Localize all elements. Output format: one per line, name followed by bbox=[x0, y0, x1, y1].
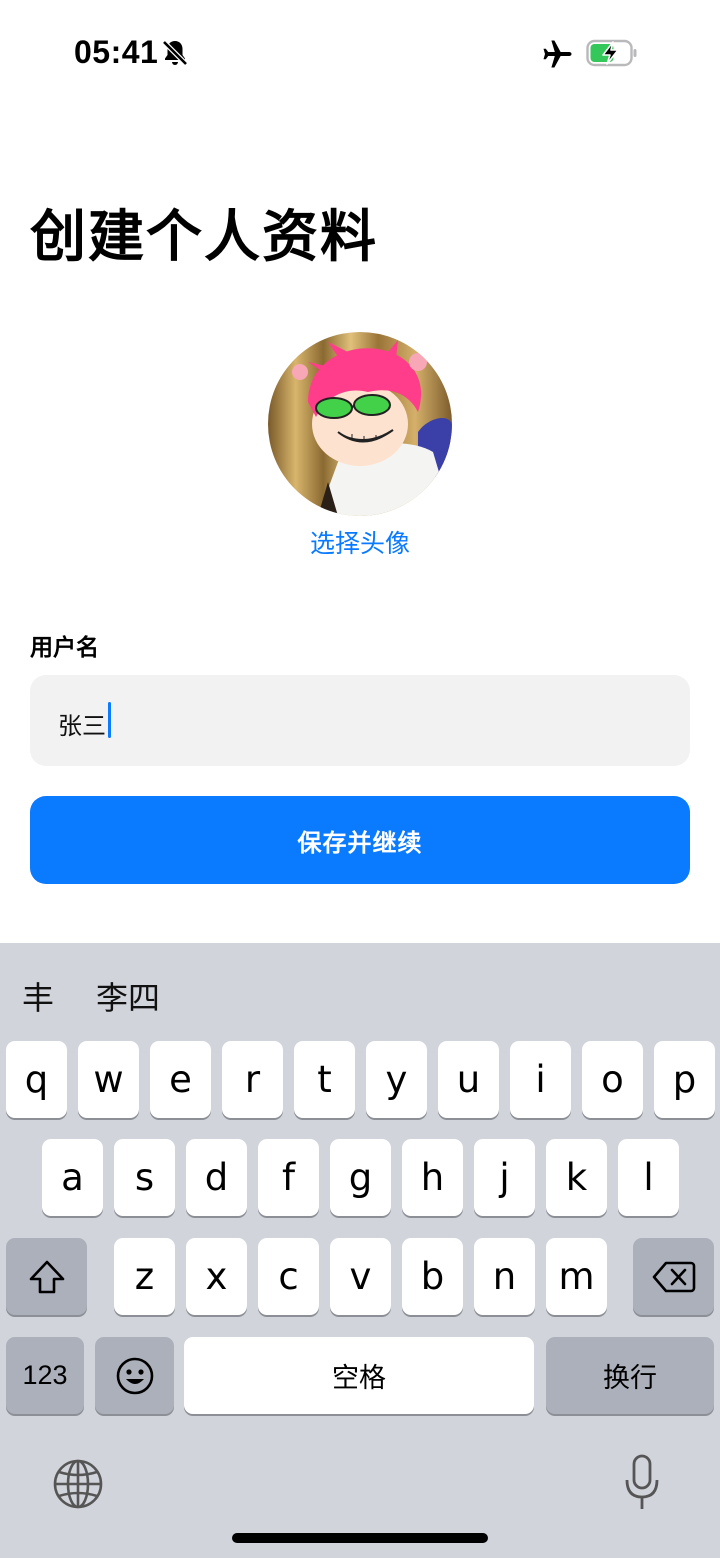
emoji-key[interactable] bbox=[95, 1337, 174, 1414]
battery-charging-icon bbox=[586, 39, 637, 67]
screen: 05:41 创建个人资料 选择头像 用户名 张三 保存并继续 丰 李四 q w … bbox=[0, 0, 720, 1558]
space-key[interactable]: 空格 bbox=[184, 1337, 534, 1414]
status-bar: 05:41 bbox=[0, 0, 720, 106]
key-n[interactable]: n bbox=[474, 1238, 535, 1315]
return-key[interactable]: 换行 bbox=[546, 1337, 714, 1414]
key-f[interactable]: f bbox=[258, 1139, 319, 1216]
text-caret bbox=[108, 702, 111, 738]
page-title: 创建个人资料 bbox=[30, 205, 378, 268]
status-time: 05:41 bbox=[74, 34, 159, 70]
candidate-word[interactable]: 李四 bbox=[96, 973, 160, 1019]
choose-avatar-link[interactable]: 选择头像 bbox=[0, 524, 720, 560]
key-z[interactable]: z bbox=[114, 1238, 175, 1315]
backspace-icon bbox=[652, 1261, 695, 1292]
key-w[interactable]: w bbox=[78, 1041, 139, 1118]
key-h[interactable]: h bbox=[402, 1139, 463, 1216]
globe-icon[interactable] bbox=[52, 1458, 104, 1510]
shift-key[interactable] bbox=[6, 1238, 87, 1315]
username-value: 张三 bbox=[58, 713, 106, 740]
avatar-image[interactable] bbox=[268, 332, 452, 516]
key-q[interactable]: q bbox=[6, 1041, 67, 1118]
airplane-icon bbox=[543, 40, 572, 68]
key-g[interactable]: g bbox=[330, 1139, 391, 1216]
numbers-key[interactable]: 123 bbox=[6, 1337, 84, 1414]
key-d[interactable]: d bbox=[186, 1139, 247, 1216]
home-indicator[interactable] bbox=[232, 1533, 488, 1543]
key-m[interactable]: m bbox=[546, 1238, 607, 1315]
key-i[interactable]: i bbox=[510, 1041, 571, 1118]
save-and-continue-button[interactable]: 保存并继续 bbox=[30, 796, 690, 884]
keyboard: 丰 李四 q w e r t y u i o p a s d f g h j k… bbox=[0, 943, 720, 1558]
key-e[interactable]: e bbox=[150, 1041, 211, 1118]
key-s[interactable]: s bbox=[114, 1139, 175, 1216]
delete-key[interactable] bbox=[633, 1238, 714, 1315]
bell-off-icon bbox=[162, 40, 188, 66]
microphone-icon[interactable] bbox=[622, 1453, 662, 1513]
key-u[interactable]: u bbox=[438, 1041, 499, 1118]
key-l[interactable]: l bbox=[618, 1139, 679, 1216]
key-p[interactable]: p bbox=[654, 1041, 715, 1118]
shift-icon bbox=[29, 1260, 64, 1293]
key-b[interactable]: b bbox=[402, 1238, 463, 1315]
username-label: 用户名 bbox=[30, 634, 99, 660]
key-y[interactable]: y bbox=[366, 1041, 427, 1118]
key-c[interactable]: c bbox=[258, 1238, 319, 1315]
key-r[interactable]: r bbox=[222, 1041, 283, 1118]
emoji-icon bbox=[116, 1357, 153, 1394]
key-x[interactable]: x bbox=[186, 1238, 247, 1315]
key-a[interactable]: a bbox=[42, 1139, 103, 1216]
key-k[interactable]: k bbox=[546, 1139, 607, 1216]
candidate-word[interactable]: 丰 bbox=[22, 973, 54, 1019]
key-o[interactable]: o bbox=[582, 1041, 643, 1118]
key-j[interactable]: j bbox=[474, 1139, 535, 1216]
username-input[interactable]: 张三 bbox=[30, 675, 690, 766]
key-v[interactable]: v bbox=[330, 1238, 391, 1315]
key-t[interactable]: t bbox=[294, 1041, 355, 1118]
